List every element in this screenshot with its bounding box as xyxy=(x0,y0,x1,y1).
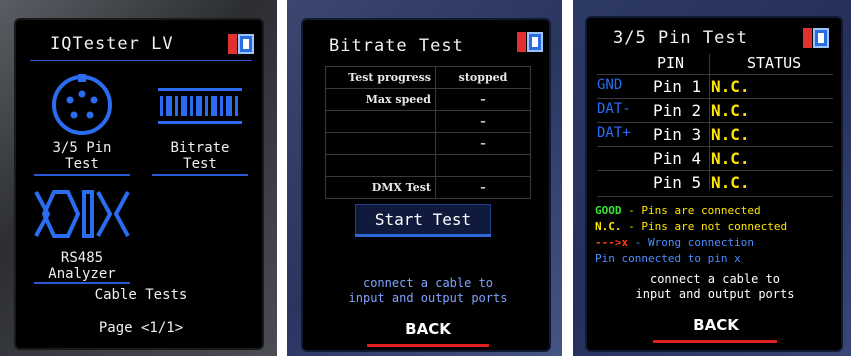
legend-key: --->x xyxy=(595,236,629,249)
grid-line xyxy=(597,122,833,123)
battery-icon xyxy=(803,24,831,50)
photo-bitrate-test: Bitrate Test Test progress stopped Max sp… xyxy=(287,0,562,356)
legend-text: - Pins are not connected xyxy=(621,220,788,233)
start-test-button[interactable]: Start Test xyxy=(355,204,491,236)
pin-status: N.C. xyxy=(711,173,750,192)
row-value: – xyxy=(435,88,531,111)
tile-underline xyxy=(34,282,130,284)
device-screen: IQTester LV 3/5 Pin Test Bitrate Test RS… xyxy=(14,18,264,350)
pin-label: Pin 4 xyxy=(653,149,702,168)
hint-line1: connect a cable to xyxy=(649,272,781,286)
pin-row: Pin 5 N.C. xyxy=(597,173,833,195)
pin-label: Pin 3 xyxy=(653,125,702,144)
tile-3-5-pin-test[interactable]: 3/5 Pin Test xyxy=(30,64,134,176)
photo-pin-test: 3/5 Pin Test PIN STATUS GND Pin 1 N.C. D… xyxy=(573,0,851,356)
column-header-pin: PIN xyxy=(657,54,685,72)
legend-nc: N.C. - Pins are not connected xyxy=(595,220,787,233)
signal-label: DAT+ xyxy=(597,125,631,141)
tile-underline xyxy=(34,174,130,176)
pin-row: Pin 4 N.C. xyxy=(597,149,833,171)
back-underline xyxy=(367,344,489,347)
tile-bitrate-test[interactable]: Bitrate Test xyxy=(148,64,252,176)
table-row: – xyxy=(325,110,531,133)
back-underline xyxy=(653,340,777,343)
tile-label-line1: Bitrate xyxy=(170,140,230,156)
pin-label: Pin 5 xyxy=(653,173,702,192)
hint-line1: connect a cable to xyxy=(362,276,494,290)
rs485-signal-icon xyxy=(34,190,130,238)
tile-label-line2: Test xyxy=(183,156,217,172)
page-indicator[interactable]: Page <1/1> xyxy=(66,320,216,336)
legend-wrong: --->x - Wrong connection xyxy=(595,236,754,249)
table-row: Max speed – xyxy=(325,88,531,111)
barcode-bits-icon xyxy=(158,88,242,124)
photo-main-menu: IQTester LV 3/5 Pin Test Bitrate Test RS… xyxy=(0,0,277,356)
row-key xyxy=(325,110,436,133)
title-divider xyxy=(30,60,252,61)
back-button[interactable]: BACK xyxy=(671,316,761,334)
grid-line xyxy=(597,170,833,171)
row-key xyxy=(325,154,436,177)
tile-label-line2: Analyzer xyxy=(48,266,116,282)
grid-line xyxy=(597,146,833,147)
pin-status: N.C. xyxy=(711,125,750,144)
device-screen: 3/5 Pin Test PIN STATUS GND Pin 1 N.C. D… xyxy=(585,16,843,352)
row-value: – xyxy=(435,110,531,133)
row-key: Test progress xyxy=(325,66,436,89)
cable-tests-label: Cable Tests xyxy=(94,287,188,303)
pin-label: Pin 1 xyxy=(653,77,702,96)
signal-label: GND xyxy=(597,77,623,93)
device-screen: Bitrate Test Test progress stopped Max sp… xyxy=(301,18,551,352)
pin-status: N.C. xyxy=(711,77,750,96)
tile-label-line2: Test xyxy=(65,156,99,172)
pin-status: N.C. xyxy=(711,149,750,168)
pin-label: Pin 2 xyxy=(653,101,702,120)
row-value xyxy=(435,154,531,177)
hint-line2: input and output ports xyxy=(348,291,508,305)
legend-text: - Wrong connection xyxy=(628,236,754,249)
table-row: – xyxy=(325,132,531,155)
table-row: Test progress stopped xyxy=(325,66,531,89)
row-key: DMX Test xyxy=(325,176,436,199)
button-underline xyxy=(355,234,491,237)
grid-line xyxy=(597,196,833,197)
row-key xyxy=(325,132,436,155)
grid-line xyxy=(597,74,833,75)
bitrate-table: Test progress stopped Max speed – – – DMX … xyxy=(325,66,531,199)
table-row xyxy=(325,154,531,177)
pin-status: N.C. xyxy=(711,101,750,120)
legend-key: GOOD xyxy=(595,204,622,217)
table-row: DMX Test – xyxy=(325,176,531,199)
legend-extra: Pin connected to pin x xyxy=(595,252,741,265)
pin-row: GND Pin 1 N.C. xyxy=(597,77,833,99)
grid-line xyxy=(597,98,833,99)
legend-good: GOOD - Pins are connected xyxy=(595,204,761,217)
legend-text: - Pins are connected xyxy=(621,204,761,217)
row-value: stopped xyxy=(435,66,531,89)
dmx-connector-icon xyxy=(52,74,112,135)
screen-title: 3/5 Pin Test xyxy=(613,28,748,48)
tile-rs485-analyzer[interactable]: RS485 Analyzer xyxy=(30,180,134,282)
row-value: – xyxy=(435,176,531,199)
tile-label-line1: 3/5 Pin xyxy=(52,140,112,156)
battery-icon xyxy=(228,30,256,56)
column-header-status: STATUS xyxy=(747,54,802,72)
hint-line2: input and output ports xyxy=(635,287,795,301)
tile-underline xyxy=(152,174,248,176)
screen-title: Bitrate Test xyxy=(329,36,464,56)
battery-icon xyxy=(517,28,545,54)
tile-label-line1: RS485 xyxy=(60,250,104,266)
pin-row: DAT+ Pin 3 N.C. xyxy=(597,125,833,147)
signal-label: DAT- xyxy=(597,101,631,117)
row-value: – xyxy=(435,132,531,155)
row-key: Max speed xyxy=(325,88,436,111)
back-button[interactable]: BACK xyxy=(383,320,473,338)
pin-row: DAT- Pin 2 N.C. xyxy=(597,101,833,123)
legend-key: N.C. xyxy=(595,220,622,233)
app-title: IQTester LV xyxy=(50,34,174,54)
